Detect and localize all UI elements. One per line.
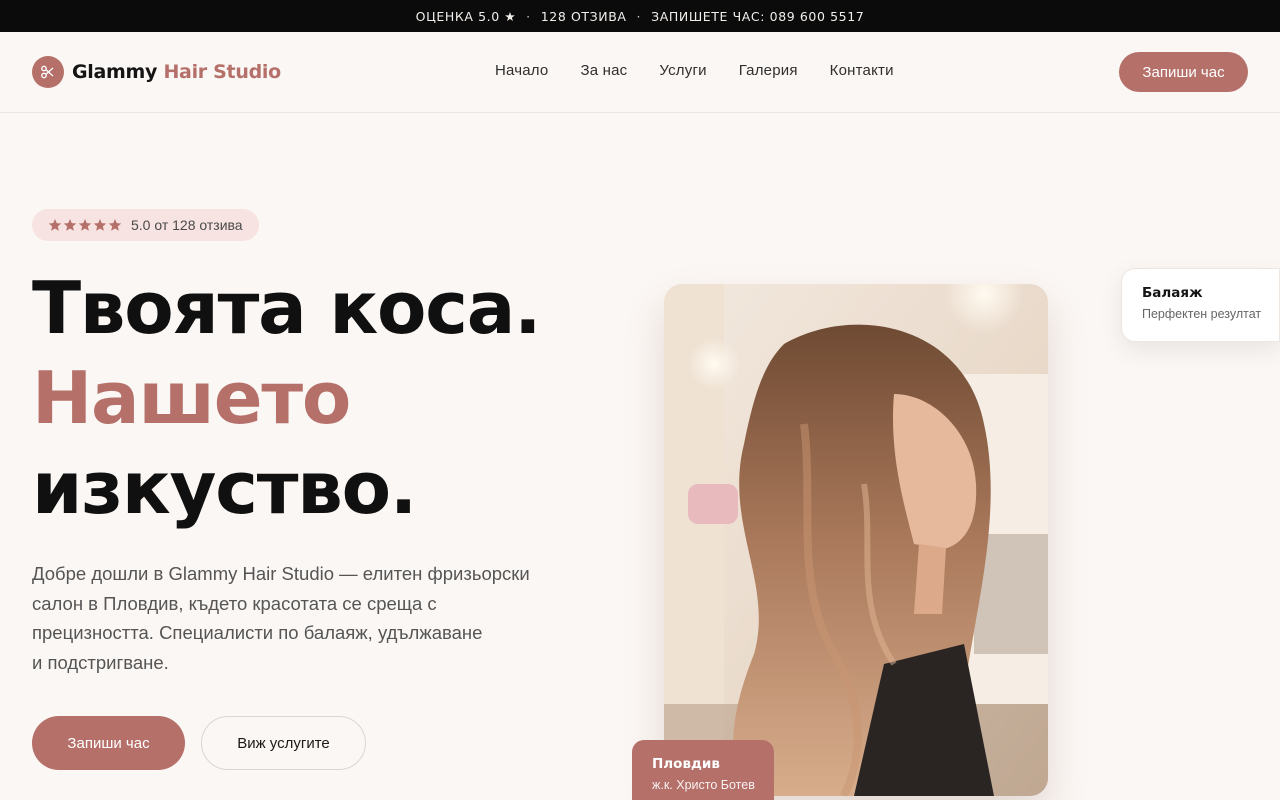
hero-description-line: салон в Пловдив, където красотата се сре…: [32, 592, 437, 614]
nav-link-about[interactable]: За нас: [580, 62, 627, 79]
hero-description-line: прецизността. Специалисти по балаяж, удъ…: [32, 622, 483, 643]
main-nav: Начало За нас Услуги Галерия Контакти: [495, 62, 926, 79]
star-icon: [93, 218, 107, 231]
book-appointment-button[interactable]: Запиши час: [1119, 52, 1248, 92]
nav-link-gallery[interactable]: Галерия: [739, 62, 798, 79]
topbar-separator: ·: [526, 8, 531, 24]
hero-description: Добре дошли в Glammy Hair Studio — елите…: [32, 559, 552, 677]
service-highlight-title: Балаяж: [1142, 285, 1203, 301]
topbar-separator: ·: [636, 8, 642, 24]
topbar-phone[interactable]: ЗАПИШЕТЕ ЧАС: 089 600 5517: [651, 9, 864, 24]
site-header: Glammy Hair Studio Начало За нас Услуги …: [0, 32, 1280, 113]
hero-headline-line3: изкуство.: [32, 446, 417, 530]
nav-link-home[interactable]: Начало: [495, 62, 548, 79]
star-rating: [48, 218, 123, 232]
hero-book-button[interactable]: Запиши час: [32, 716, 185, 770]
brand-name-part1: Glammy: [72, 61, 158, 83]
announcement-bar: ОЦЕНКА 5.0 ★ · 128 ОТЗИВА · ЗАПИШЕТЕ ЧАС…: [0, 0, 1280, 32]
logo[interactable]: Glammy Hair Studio: [32, 56, 281, 88]
rating-badge: 5.0 от 128 отзива: [32, 209, 259, 241]
hero-description-line: Добре дошли в Glammy Hair Studio — елите…: [32, 563, 530, 584]
rating-text: 5.0 от 128 отзива: [131, 217, 243, 233]
location-title: Пловдив: [652, 756, 720, 772]
star-icon: [48, 218, 62, 231]
location-badge: Пловдив ж.к. Христо Ботев: [632, 740, 774, 800]
hero-description-line: и подстригване.: [32, 651, 169, 673]
view-services-button[interactable]: Виж услугите: [201, 716, 366, 770]
brand-name-part2: Hair Studio: [163, 61, 281, 83]
topbar-reviews: 128 ОТЗИВА: [540, 8, 627, 24]
nav-link-contacts[interactable]: Контакти: [830, 62, 894, 79]
topbar-rating: ОЦЕНКА 5.0 ★: [415, 8, 517, 24]
hero-headline-line2: Нашето: [32, 356, 351, 440]
star-icon: [108, 218, 122, 231]
brand-name: Glammy Hair Studio: [72, 61, 281, 83]
star-icon: [78, 218, 92, 231]
service-highlight-subtitle: Перфектен резултат: [1142, 307, 1262, 321]
location-address: ж.к. Христо Ботев: [652, 778, 755, 792]
service-highlight-card: Балаяж Перфектен резултат: [1121, 268, 1280, 342]
hero-image: [664, 284, 1048, 796]
star-icon: [63, 218, 77, 231]
scissors-icon: [32, 56, 64, 88]
nav-link-services[interactable]: Услуги: [659, 62, 706, 79]
hero-headline-line1: Твоята коса.: [32, 266, 542, 350]
